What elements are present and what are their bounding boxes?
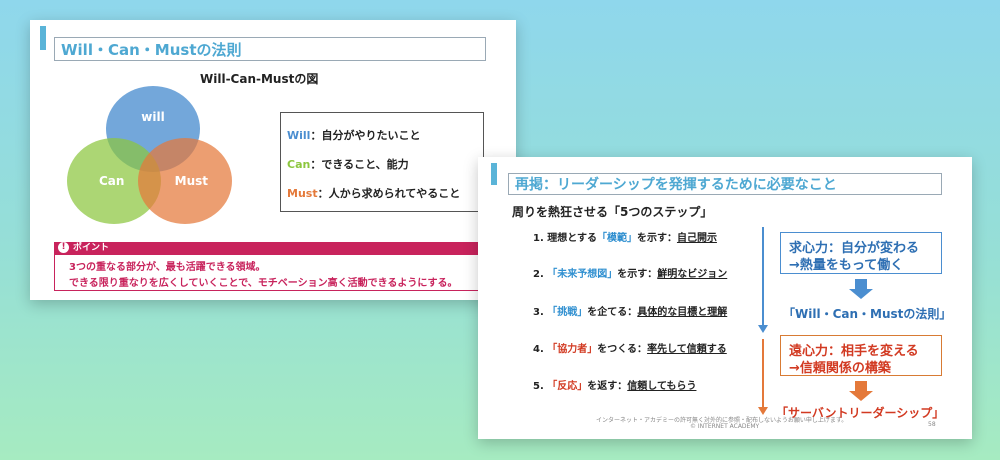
point-icon: ! — [58, 242, 69, 253]
step-1-detail: 自己開示 — [676, 233, 717, 244]
title-accent-bar — [491, 163, 497, 185]
blue-down-arrow-icon — [855, 279, 867, 289]
orange-vertical-arrow — [762, 339, 764, 409]
orange-down-arrow-icon — [855, 381, 867, 391]
definition-will-key: Will — [287, 129, 311, 142]
step-1: 1. 理想とする「模範」を示す：自己開示 — [533, 229, 717, 244]
step-3-verb: を企てる： — [587, 307, 638, 318]
blue-vertical-arrow — [762, 227, 764, 327]
step-5: 5. 「反応」を返す：信頼してもらう — [533, 377, 696, 392]
definition-can-key: Can — [287, 158, 311, 171]
blue-down-arrowhead-icon — [849, 289, 873, 299]
definition-can: Can：できること、能力 — [287, 156, 409, 172]
step-2: 2. 「未来予想図」を示す：鮮明なビジョン — [533, 265, 727, 280]
orange-down-arrowhead-icon — [849, 391, 873, 401]
step-5-keyword: 「反応」 — [547, 381, 588, 392]
definition-will: Will：自分がやりたいこと — [287, 127, 420, 143]
step-5-detail: 信頼してもらう — [627, 381, 697, 392]
point-line-2: できる限り重なりを広くしていくことで、モチベーション高く活動できるようにする。 — [69, 278, 458, 289]
venn-label-can: Can — [99, 174, 125, 188]
centrifugal-box: 遠心力：相手を変える →信頼関係の構築 — [780, 335, 942, 376]
step-3-detail: 具体的な目標と理解 — [637, 307, 728, 318]
orange-arrowhead-icon — [758, 407, 768, 415]
venn-label-must: Must — [174, 174, 208, 188]
slide-leadership: 再掲：リーダーシップを発揮するために必要なこと 周りを熱狂させる「5つのステップ… — [478, 157, 972, 439]
definition-must-key: Must — [287, 187, 318, 200]
point-body: 3つの重なる部分が、最も活躍できる領域。 できる限り重なりを広くしていくことで、… — [54, 255, 486, 291]
definition-will-text: ：自分がやりたいこと — [310, 129, 421, 142]
step-1-num: 1. 理想とする — [533, 233, 597, 244]
centrifugal-line-2: →信頼関係の構築 — [789, 361, 891, 376]
step-1-verb: を示す： — [636, 233, 677, 244]
definitions-box: Will：自分がやりたいこと Can：できること、能力 Must：人から求められ… — [280, 112, 484, 212]
step-3-num: 3. — [533, 307, 548, 318]
venn-label-will: will — [141, 110, 165, 124]
point-header: ! ポイント — [54, 242, 486, 255]
step-4-keyword: 「協力者」 — [547, 344, 598, 355]
venn-circle-must: Must — [138, 138, 232, 224]
step-2-detail: 鮮明なビジョン — [657, 269, 728, 280]
slide-title: 再掲：リーダーシップを発揮するために必要なこと — [508, 173, 942, 195]
step-4-verb: をつくる： — [597, 344, 648, 355]
slide-title: Will・Can・Mustの法則 — [54, 37, 486, 61]
step-5-verb: を返す： — [587, 381, 628, 392]
point-line-1: 3つの重なる部分が、最も活躍できる領域。 — [69, 262, 266, 273]
step-3-keyword: 「挑戦」 — [547, 307, 588, 318]
footer-copyright: © INTERNET ACADEMY — [690, 423, 760, 430]
step-4-num: 4. — [533, 344, 548, 355]
slide-title-text: Will・Can・Mustの法則 — [61, 40, 242, 59]
step-5-num: 5. — [533, 381, 548, 392]
blue-arrowhead-icon — [758, 325, 768, 333]
definition-can-text: ：できること、能力 — [310, 158, 409, 171]
blue-result: 「Will・Can・Mustの法則」 — [783, 307, 952, 321]
step-2-verb: を示す： — [617, 269, 658, 280]
title-accent-bar — [40, 26, 46, 50]
step-1-keyword: 「模範」 — [596, 233, 637, 244]
step-4-detail: 率先して信頼する — [647, 344, 727, 355]
slide-subtitle: 周りを熱狂させる「5つのステップ」 — [512, 205, 713, 219]
slide-title-text: 再掲：リーダーシップを発揮するために必要なこと — [515, 177, 837, 193]
centripetal-line-2: →熱量をもって働く — [789, 258, 904, 273]
step-2-keyword: 「未来予想図」 — [547, 269, 618, 280]
definition-must-text: ：人から求められてやること — [317, 187, 461, 200]
step-3: 3. 「挑戦」を企てる：具体的な目標と理解 — [533, 303, 727, 318]
point-label: ポイント — [73, 243, 110, 253]
definition-must: Must：人から求められてやること — [287, 185, 460, 201]
centripetal-box: 求心力：自分が変わる →熱量をもって働く — [780, 232, 942, 274]
venn-title: Will-Can-Mustの図 — [200, 72, 319, 86]
step-2-num: 2. — [533, 269, 548, 280]
step-4: 4. 「協力者」をつくる：率先して信頼する — [533, 340, 727, 355]
slide-will-can-must: Will・Can・Mustの法則 Will-Can-Mustの図 will Ca… — [30, 20, 516, 300]
page-number: 58 — [928, 421, 936, 428]
